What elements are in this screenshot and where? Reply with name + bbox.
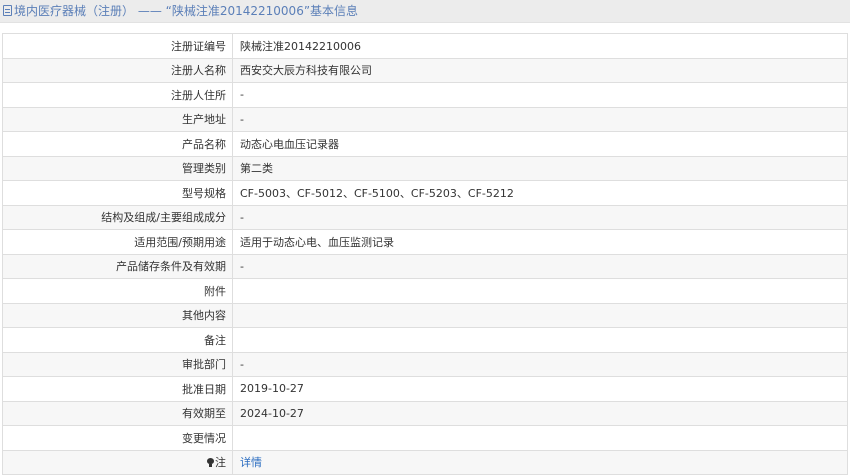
row-label: 注册人名称 bbox=[2, 57, 233, 83]
row-label: 注册证编号 bbox=[2, 33, 233, 59]
table-row: 备注 bbox=[2, 327, 848, 353]
row-value: 动态心电血压记录器 bbox=[232, 131, 848, 157]
row-value: 适用于动态心电、血压监测记录 bbox=[232, 229, 848, 255]
page-title: 境内医疗器械（注册） —— “陕械注准20142210006”基本信息 bbox=[14, 4, 359, 18]
row-label: 变更情况 bbox=[2, 425, 233, 451]
row-label: 产品名称 bbox=[2, 131, 233, 157]
row-value bbox=[232, 278, 848, 304]
row-label: 注册人住所 bbox=[2, 82, 233, 108]
details-link[interactable]: 详情 bbox=[240, 456, 262, 469]
table-row: 结构及组成/主要组成成分 - bbox=[2, 204, 848, 230]
table-row: 型号规格 CF-5003、CF-5012、CF-5100、CF-5203、CF-… bbox=[2, 180, 848, 206]
row-label: 型号规格 bbox=[2, 180, 233, 206]
row-value bbox=[232, 425, 848, 451]
row-value: 西安交大辰方科技有限公司 bbox=[232, 57, 848, 83]
row-label: 审批部门 bbox=[2, 351, 233, 377]
table-row: 适用范围/预期用途 适用于动态心电、血压监测记录 bbox=[2, 229, 848, 255]
row-value bbox=[232, 302, 848, 328]
row-label: 产品储存条件及有效期 bbox=[2, 253, 233, 279]
row-label: 生产地址 bbox=[2, 106, 233, 132]
table-row: 附件 bbox=[2, 278, 848, 304]
page-header: 境内医疗器械（注册） —— “陕械注准20142210006”基本信息 bbox=[0, 0, 850, 23]
row-value: 2024-10-27 bbox=[232, 400, 848, 426]
table-row: 审批部门 - bbox=[2, 351, 848, 377]
table-row: 注册证编号 陕械注准20142210006 bbox=[2, 33, 848, 59]
row-value bbox=[232, 327, 848, 353]
info-table: 注册证编号 陕械注准20142210006 注册人名称 西安交大辰方科技有限公司… bbox=[2, 33, 848, 475]
row-label: 有效期至 bbox=[2, 400, 233, 426]
note-label: 注 bbox=[215, 456, 226, 470]
row-value: - bbox=[232, 82, 848, 108]
table-row: 其他内容 bbox=[2, 302, 848, 328]
table-row: 批准日期 2019-10-27 bbox=[2, 376, 848, 402]
row-value: - bbox=[232, 351, 848, 377]
row-value: 2019-10-27 bbox=[232, 376, 848, 402]
info-table-container: 注册证编号 陕械注准20142210006 注册人名称 西安交大辰方科技有限公司… bbox=[2, 33, 848, 475]
table-row: 注册人名称 西安交大辰方科技有限公司 bbox=[2, 57, 848, 83]
row-label: 结构及组成/主要组成成分 bbox=[2, 204, 233, 230]
row-label: 其他内容 bbox=[2, 302, 233, 328]
table-row: 管理类别 第二类 bbox=[2, 155, 848, 181]
row-label: 适用范围/预期用途 bbox=[2, 229, 233, 255]
note-value-cell: 详情 bbox=[232, 449, 848, 475]
table-row: 变更情况 bbox=[2, 425, 848, 451]
table-row: 产品储存条件及有效期 - bbox=[2, 253, 848, 279]
row-label: 附件 bbox=[2, 278, 233, 304]
row-label: 备注 bbox=[2, 327, 233, 353]
note-label-cell: 注 bbox=[2, 449, 233, 475]
row-value: - bbox=[232, 204, 848, 230]
bulb-icon bbox=[207, 458, 214, 468]
table-row: 有效期至 2024-10-27 bbox=[2, 400, 848, 426]
row-value: - bbox=[232, 106, 848, 132]
row-value: - bbox=[232, 253, 848, 279]
row-label: 管理类别 bbox=[2, 155, 233, 181]
row-value: CF-5003、CF-5012、CF-5100、CF-5203、CF-5212 bbox=[232, 180, 848, 206]
table-row: 生产地址 - bbox=[2, 106, 848, 132]
table-row: 注册人住所 - bbox=[2, 82, 848, 108]
row-label: 批准日期 bbox=[2, 376, 233, 402]
row-value: 第二类 bbox=[232, 155, 848, 181]
document-icon bbox=[3, 5, 12, 16]
table-row: 产品名称 动态心电血压记录器 bbox=[2, 131, 848, 157]
row-value: 陕械注准20142210006 bbox=[232, 33, 848, 59]
note-row: 注 详情 bbox=[2, 449, 848, 475]
